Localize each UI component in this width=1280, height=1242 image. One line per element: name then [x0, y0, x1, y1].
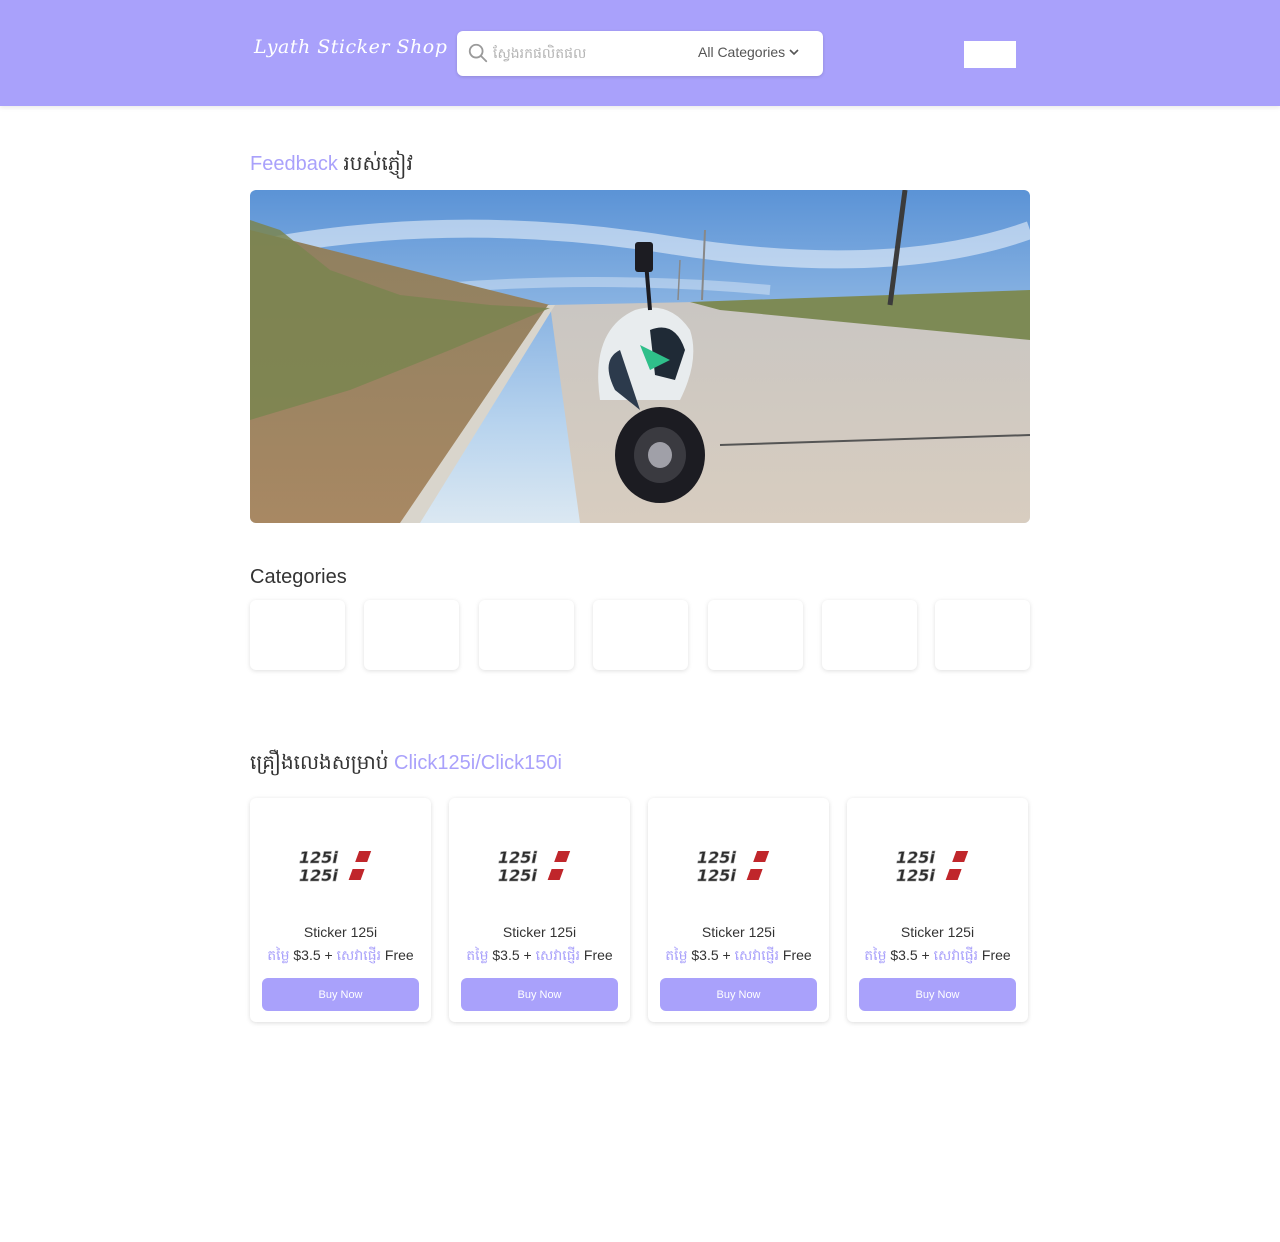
- category-select-label: All Categories: [698, 44, 786, 60]
- svg-text:125i: 125i: [697, 866, 736, 885]
- feedback-heading: Feedback របស់ភ្ញៀវ: [250, 150, 413, 180]
- svg-text:125i: 125i: [498, 866, 537, 885]
- buy-now-button[interactable]: Buy Now: [461, 978, 618, 1011]
- products-heading-prefix: គ្រឿងលេងសម្រាប់: [250, 752, 389, 774]
- category-select[interactable]: All Categories: [698, 44, 799, 60]
- product-card[interactable]: 125i 125i Sticker 125i តម្លៃ $3.5 + សេវា…: [648, 798, 829, 1022]
- shipping-value: Free: [384, 947, 414, 963]
- price-value: $3.5 +: [890, 947, 930, 963]
- product-sticker-image: 125i 125i: [697, 848, 770, 885]
- category-tile[interactable]: [935, 600, 1030, 670]
- shop-logo[interactable]: Lyath Sticker Shop: [254, 36, 447, 58]
- product-name: Sticker 125i: [900, 924, 975, 940]
- feedback-heading-rest: របស់ភ្ញៀវ: [343, 153, 413, 175]
- category-tile[interactable]: [479, 600, 574, 670]
- svg-text:125i: 125i: [498, 848, 537, 867]
- price-label: តម្លៃ: [665, 947, 688, 963]
- product-price: តម្លៃ $3.5 + សេវាផ្ញើរ Free: [648, 946, 829, 967]
- svg-text:125i: 125i: [896, 848, 935, 867]
- category-tile[interactable]: [364, 600, 459, 670]
- shipping-value: Free: [981, 947, 1011, 963]
- product-sticker-image: 125i 125i: [896, 848, 969, 885]
- category-tile[interactable]: [593, 600, 688, 670]
- product-price: តម្លៃ $3.5 + សេវាផ្ញើរ Free: [847, 946, 1028, 967]
- svg-text:125i: 125i: [299, 866, 338, 885]
- search-icon[interactable]: [467, 42, 489, 64]
- categories-heading: Categories: [250, 566, 347, 588]
- chevron-down-icon: [789, 49, 799, 56]
- product-price: តម្លៃ $3.5 + សេវាផ្ញើរ Free: [449, 946, 630, 967]
- product-card[interactable]: 125i 125i Sticker 125i តម្លៃ $3.5 + សេវា…: [449, 798, 630, 1022]
- product-name: Sticker 125i: [502, 924, 577, 940]
- price-value: $3.5 +: [293, 947, 333, 963]
- svg-text:125i: 125i: [896, 866, 935, 885]
- search-input[interactable]: [493, 39, 683, 68]
- feedback-heading-accent: Feedback: [250, 153, 338, 175]
- buy-now-button[interactable]: Buy Now: [859, 978, 1016, 1011]
- category-tile[interactable]: [250, 600, 345, 670]
- shipping-label: សេវាផ្ញើរ: [535, 947, 581, 963]
- shipping-label: សេវាផ្ញើរ: [336, 947, 382, 963]
- buy-now-button[interactable]: Buy Now: [262, 978, 419, 1011]
- products-heading-accent: Click125i/Click150i: [394, 752, 562, 774]
- price-label: តម្លៃ: [267, 947, 290, 963]
- header-bar: Lyath Sticker Shop All Categories: [0, 0, 1280, 106]
- product-name: Sticker 125i: [303, 924, 378, 940]
- search-box: All Categories: [457, 31, 823, 76]
- price-label: តម្លៃ: [864, 947, 887, 963]
- shipping-value: Free: [583, 947, 613, 963]
- category-tile[interactable]: [708, 600, 803, 670]
- category-tile[interactable]: [822, 600, 917, 670]
- buy-now-button[interactable]: Buy Now: [660, 978, 817, 1011]
- product-sticker-image: 125i 125i: [498, 848, 571, 885]
- price-value: $3.5 +: [691, 947, 731, 963]
- shipping-label: សេវាផ្ញើរ: [734, 947, 780, 963]
- header-account-button[interactable]: [964, 41, 1016, 68]
- product-sticker-image: 125i 125i: [299, 848, 372, 885]
- svg-text:125i: 125i: [299, 848, 338, 867]
- shipping-label: សេវាផ្ញើរ: [933, 947, 979, 963]
- product-name: Sticker 125i: [701, 924, 776, 940]
- feedback-banner-image: [250, 190, 1030, 523]
- price-label: តម្លៃ: [466, 947, 489, 963]
- shipping-value: Free: [782, 947, 812, 963]
- price-value: $3.5 +: [492, 947, 532, 963]
- product-card[interactable]: 125i 125i Sticker 125i តម្លៃ $3.5 + សេវា…: [250, 798, 431, 1022]
- product-price: តម្លៃ $3.5 + សេវាផ្ញើរ Free: [250, 946, 431, 967]
- svg-text:125i: 125i: [697, 848, 736, 867]
- products-heading: គ្រឿងលេងសម្រាប់ Click125i/Click150i: [250, 749, 562, 779]
- product-card[interactable]: 125i 125i Sticker 125i តម្លៃ $3.5 + សេវា…: [847, 798, 1028, 1022]
